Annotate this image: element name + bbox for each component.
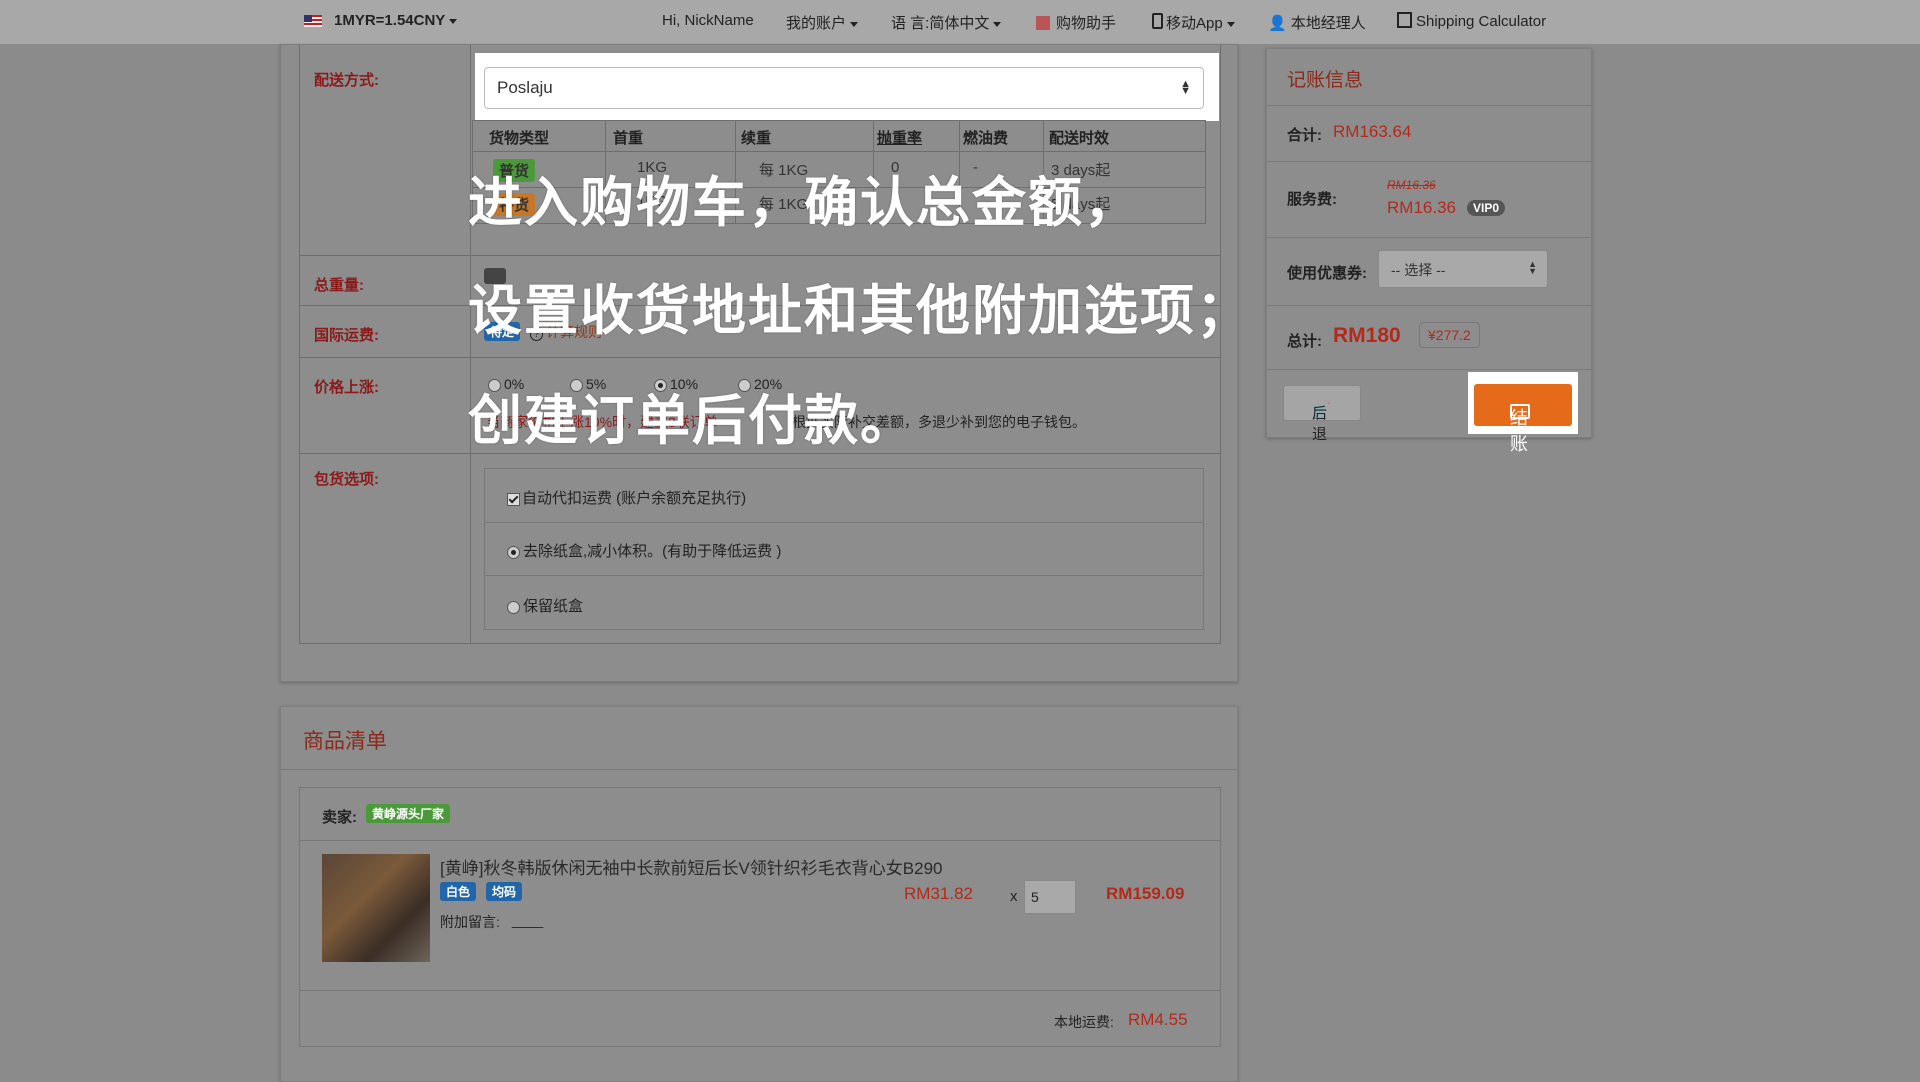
us-flag-icon bbox=[304, 15, 322, 28]
col-header: 续重 bbox=[741, 130, 772, 147]
total-cny: ¥277.2 bbox=[1419, 322, 1480, 348]
divider bbox=[281, 769, 1237, 770]
add-user-icon: 👤 bbox=[1268, 15, 1287, 32]
mobile-app-label: 移动App bbox=[1166, 15, 1223, 32]
chevron-down-icon bbox=[1226, 21, 1235, 27]
seller-label: 卖家: bbox=[322, 809, 357, 826]
goods-list-title: 商品清单 bbox=[303, 730, 387, 753]
shopping-assistant-label: 购物助手 bbox=[1056, 15, 1117, 32]
unit-price: RM31.82 bbox=[904, 884, 973, 903]
subtotal-label: 合计: bbox=[1287, 127, 1322, 144]
cart-assistant-icon bbox=[1036, 16, 1050, 30]
coupon-label: 使用优惠券: bbox=[1287, 265, 1367, 282]
coupon-select[interactable]: -- 选择 -- ▲ ▼ bbox=[1378, 250, 1548, 288]
package-option-label: 保留纸盒 bbox=[523, 598, 584, 615]
product-image[interactable] bbox=[322, 854, 430, 962]
local-manager-link[interactable]: 👤 本地经理人 bbox=[1268, 12, 1366, 33]
package-option-auto-deduct[interactable]: 自动代扣运费 (账户余额充足执行) bbox=[485, 469, 1203, 523]
local-shipping-label: 本地运费: bbox=[1054, 1014, 1114, 1030]
select-arrows-icon: ▲ ▼ bbox=[1180, 78, 1191, 97]
product-title-link[interactable]: [黄峥]秋冬韩版休闲无袖中长款前短后长V领针织衫毛衣背心女B290 bbox=[440, 854, 943, 879]
greeting-link[interactable]: Hi, NickName bbox=[662, 12, 754, 29]
checkout-button[interactable]: 结账 bbox=[1474, 384, 1572, 454]
line-total: RM159.09 bbox=[1106, 884, 1185, 903]
account-label: 我的账户 bbox=[786, 15, 847, 32]
col-header: 货物类型 bbox=[489, 130, 550, 147]
seller-group: 卖家: 黄峥源头厂家 [黄峥]秋冬韩版休闲无袖中长款前短后长V领针织衫毛衣背心女… bbox=[299, 787, 1221, 1047]
note-value[interactable]: ____ bbox=[512, 912, 543, 928]
currency-dropdown[interactable]: 1MYR=1.54CNY bbox=[304, 12, 458, 29]
total-weight-label: 总重量: bbox=[314, 277, 364, 294]
package-option-keep-box[interactable]: 保留纸盒 bbox=[485, 575, 1203, 628]
package-option-remove-box[interactable]: 去除纸盒,减小体积。(有助于降低运费 ) bbox=[485, 522, 1203, 576]
account-dropdown[interactable]: 我的账户 bbox=[786, 12, 859, 33]
goods-list-panel: 商品清单 卖家: 黄峥源头厂家 [黄峥]秋冬韩版休闲无袖中长款前短后长V领针织衫… bbox=[280, 706, 1238, 1082]
quantity-input[interactable]: 5 bbox=[1024, 880, 1076, 914]
service-fee-old: RM16.36 bbox=[1387, 178, 1436, 192]
billing-title: 记账信息 bbox=[1287, 70, 1364, 91]
mobile-phone-icon bbox=[1152, 13, 1163, 29]
col-header[interactable]: 抛重率 bbox=[877, 127, 922, 148]
shipping-calculator-label: Shipping Calculator bbox=[1416, 13, 1547, 30]
radio-icon bbox=[507, 600, 520, 614]
intl-shipping-label: 国际运费: bbox=[314, 327, 379, 344]
shopping-assistant-link[interactable]: 购物助手 bbox=[1036, 12, 1116, 33]
delivery-method-value: Poslaju bbox=[497, 78, 553, 97]
total-label: 总计: bbox=[1287, 333, 1322, 350]
delivery-label: 配送方式: bbox=[314, 72, 379, 89]
col-header: 燃油费 bbox=[963, 130, 1009, 147]
price-rise-label: 价格上涨: bbox=[314, 379, 379, 396]
shipping-calculator-link[interactable]: Shipping Calculator bbox=[1397, 12, 1546, 30]
checkbox-checked-icon bbox=[507, 492, 520, 506]
radio-selected-icon bbox=[507, 545, 520, 559]
chevron-down-icon bbox=[449, 18, 458, 24]
back-button[interactable]: 🛒 后退 bbox=[1283, 385, 1361, 443]
coupon-placeholder: -- 选择 -- bbox=[1391, 262, 1446, 278]
quantity-value: 5 bbox=[1031, 889, 1039, 905]
col-header: 首重 bbox=[613, 130, 644, 147]
color-tag: 白色 bbox=[440, 882, 477, 901]
table-divider bbox=[473, 151, 1205, 152]
subtotal-value: RM163.64 bbox=[1333, 122, 1412, 141]
delivery-method-select[interactable]: Poslaju ▲ ▼ bbox=[484, 67, 1204, 109]
top-navbar: 1MYR=1.54CNY Hi, NickName 我的账户 语 言:简体中文 … bbox=[0, 0, 1920, 45]
chevron-down-icon bbox=[850, 21, 859, 27]
package-option-label: 去除纸盒,减小体积。(有助于降低运费 ) bbox=[523, 543, 782, 560]
local-manager-label: 本地经理人 bbox=[1290, 15, 1366, 32]
local-shipping-value: RM4.55 bbox=[1128, 1010, 1188, 1029]
seller-header: 卖家: 黄峥源头厂家 bbox=[300, 788, 1220, 841]
note-label: 附加留言: bbox=[440, 914, 500, 930]
qty-prefix: x bbox=[1010, 888, 1018, 905]
calculator-icon bbox=[1397, 12, 1412, 28]
language-label: 语 言:简体中文 bbox=[891, 15, 990, 32]
overlay-caption-line: 创建订单后付款。 bbox=[468, 391, 916, 451]
seller-name-badge[interactable]: 黄峥源头厂家 bbox=[366, 804, 451, 823]
overlay-caption-line: 进入购物车，确认总金额， bbox=[468, 173, 1140, 233]
service-fee-row: 服务费: RM16.36 RM16.36 VIP0 bbox=[1267, 161, 1591, 238]
package-options-box: 自动代扣运费 (账户余额充足执行) 去除纸盒,减小体积。(有助于降低运费 ) 保… bbox=[484, 468, 1204, 630]
vip-badge: VIP0 bbox=[1467, 200, 1506, 216]
language-dropdown[interactable]: 语 言:简体中文 bbox=[891, 12, 1002, 33]
divider bbox=[300, 990, 1220, 991]
total-value: RM180 bbox=[1333, 324, 1401, 347]
package-label: 包货选项: bbox=[314, 471, 379, 488]
select-arrows-icon: ▲ ▼ bbox=[1528, 259, 1537, 276]
currency-label: 1MYR=1.54CNY bbox=[334, 12, 446, 29]
subtotal-row: 合计: RM163.64 bbox=[1267, 105, 1591, 162]
total-row: 总计: RM180 ¥277.2 bbox=[1267, 305, 1591, 370]
service-fee-value: RM16.36 bbox=[1387, 198, 1456, 217]
back-button-label: 后退 bbox=[1312, 405, 1328, 443]
mobile-app-dropdown[interactable]: 移动App bbox=[1152, 12, 1235, 33]
service-fee-label: 服务费: bbox=[1287, 191, 1337, 208]
size-tag: 均码 bbox=[486, 882, 523, 901]
col-header: 配送时效 bbox=[1049, 130, 1110, 147]
overlay-caption-line: 设置收货地址和其他附加选项； bbox=[468, 281, 1252, 341]
checkout-button-label: 结账 bbox=[1510, 408, 1528, 454]
chevron-down-icon bbox=[993, 21, 1002, 27]
package-option-label: 自动代扣运费 (账户余额充足执行) bbox=[522, 490, 747, 507]
